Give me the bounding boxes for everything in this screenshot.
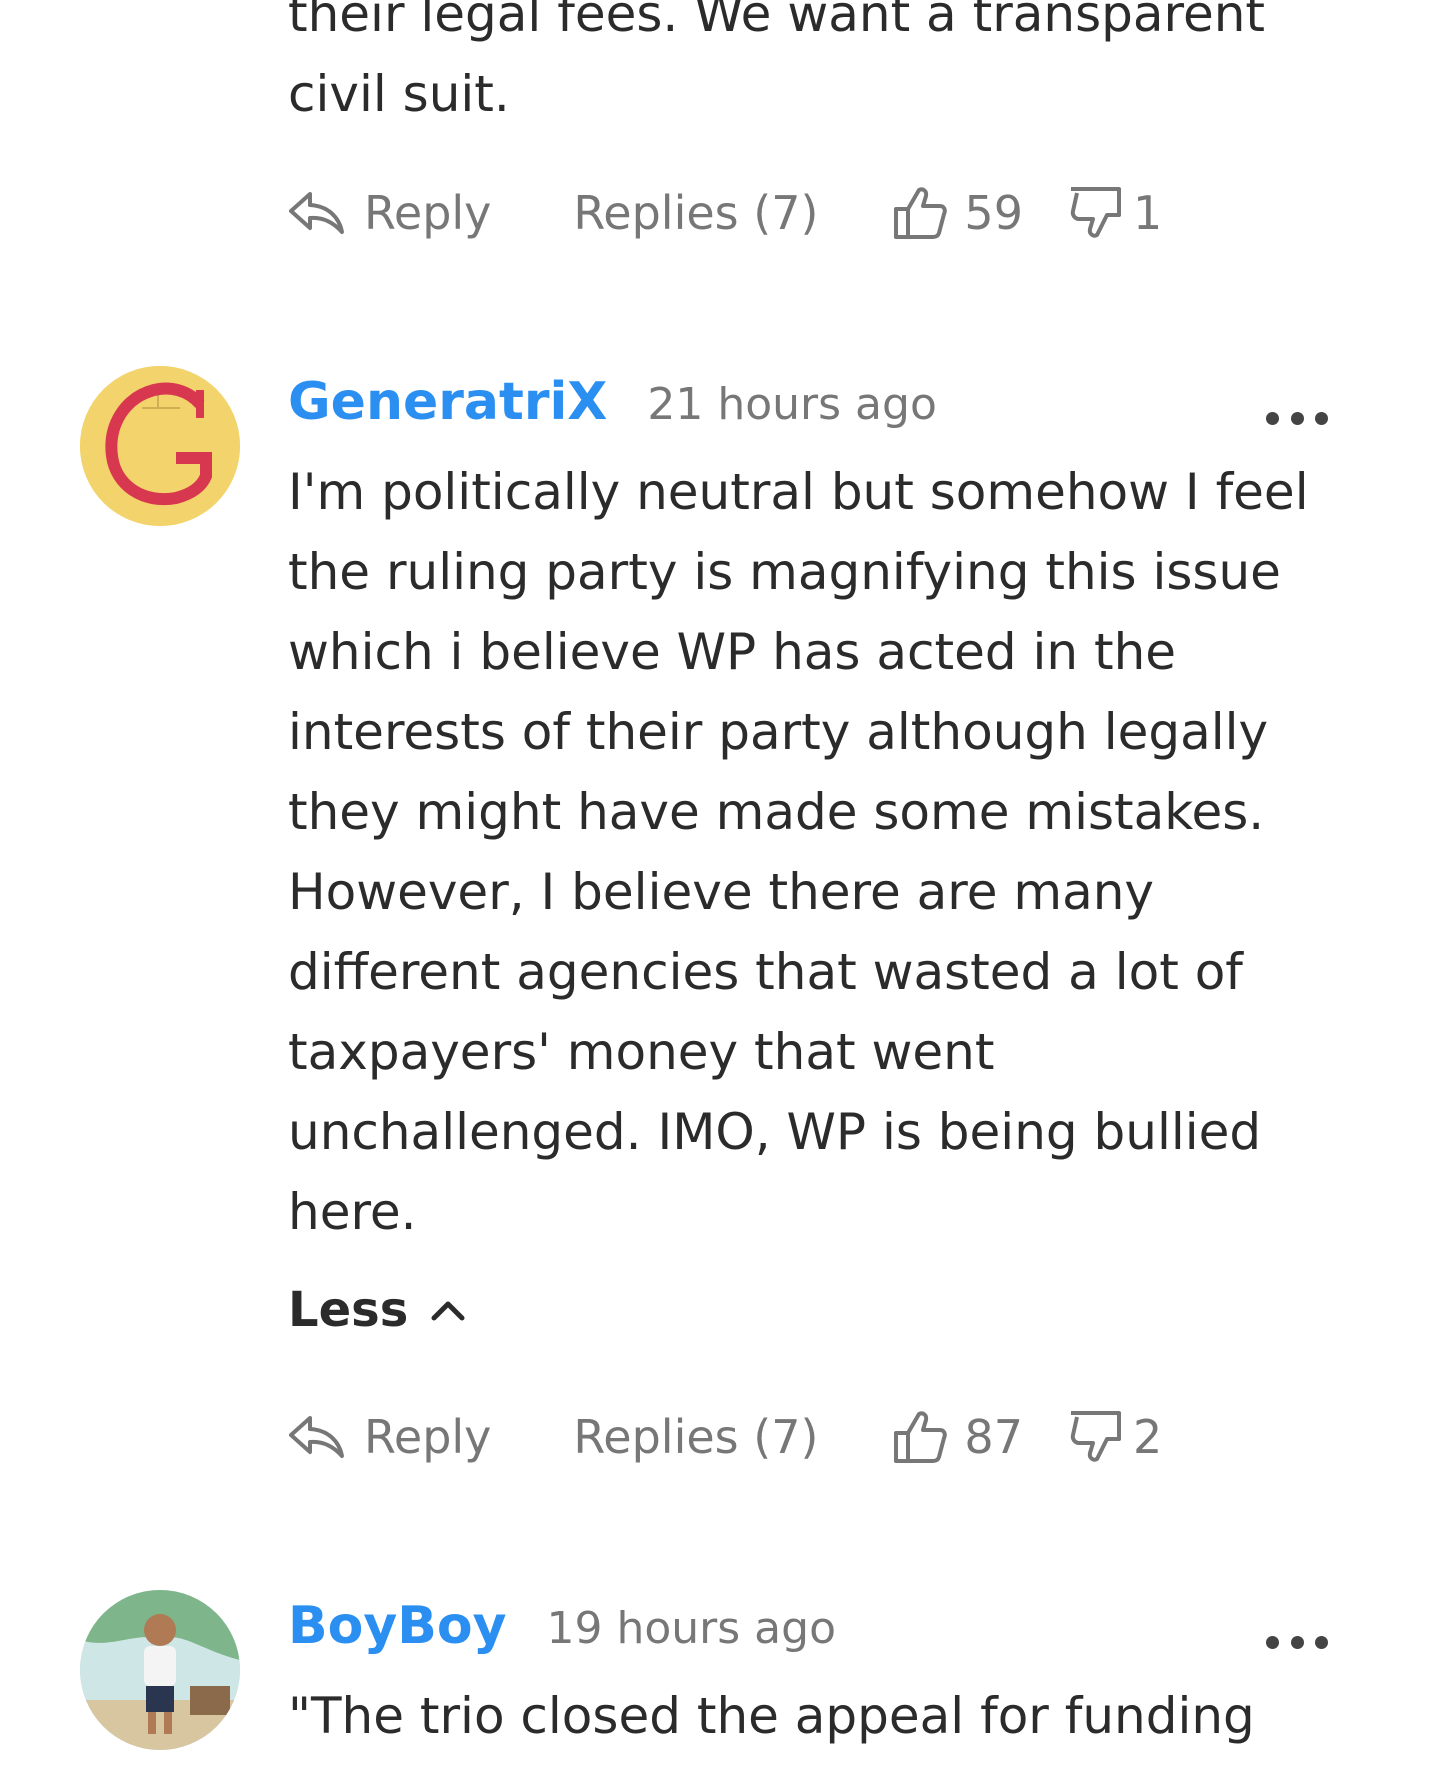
reply-label: Reply: [364, 186, 492, 240]
comment-body: "The trio closed the appeal for funding: [288, 1687, 1255, 1745]
replies-label: Replies (7): [573, 1410, 819, 1464]
chevron-up-icon: [431, 1301, 465, 1321]
more-dot: [1266, 411, 1279, 425]
reply-icon: [289, 192, 344, 234]
reply-button[interactable]: Reply: [288, 186, 491, 240]
avatar[interactable]: [80, 366, 240, 526]
thumbs-up-icon: [894, 187, 948, 239]
generatrix-avatar-image: [80, 366, 240, 526]
comment-body: I'm politically neutral but somehow I fe…: [288, 463, 1309, 1241]
avatar[interactable]: [80, 1590, 240, 1750]
previous-comment-text: their legal fees. We want a transparent …: [288, 0, 1266, 123]
previous-comment-actions: Reply Replies (7) 59 1: [288, 178, 1162, 248]
replies-button[interactable]: Replies (7): [573, 1410, 818, 1464]
like-count: 59: [964, 186, 1023, 240]
dislike-count: 1: [1132, 186, 1163, 240]
reply-icon: [289, 1416, 344, 1458]
thumbs-down-icon: [1070, 187, 1121, 238]
more-dot: [1266, 1635, 1279, 1649]
comment-timestamp: 21 hours ago: [647, 379, 937, 430]
replies-label: Replies (7): [573, 186, 819, 240]
more-dot: [1315, 411, 1328, 425]
dislike-button[interactable]: 1: [1067, 185, 1162, 241]
more-dot: [1290, 1635, 1304, 1649]
show-less-label: Less: [288, 1282, 409, 1338]
reply-button[interactable]: Reply: [288, 1410, 491, 1464]
dislike-button[interactable]: 2: [1067, 1409, 1162, 1465]
more-dot: [1315, 1635, 1328, 1649]
reply-label: Reply: [364, 1410, 492, 1464]
dislike-count: 2: [1132, 1410, 1163, 1464]
like-button[interactable]: 87: [892, 1409, 1023, 1465]
comment-header: BoyBoy 19 hours ago: [288, 1596, 836, 1656]
more-dot: [1290, 411, 1304, 425]
comment-header: GeneratriX 21 hours ago: [288, 372, 937, 432]
thumbs-up-icon: [894, 1411, 948, 1463]
boyboy-avatar-image: [80, 1590, 240, 1750]
comment-timestamp: 19 hours ago: [546, 1603, 836, 1654]
show-less-button[interactable]: Less: [288, 1278, 466, 1342]
like-button[interactable]: 59: [892, 185, 1023, 241]
thumbs-down-icon: [1070, 1411, 1121, 1462]
like-count: 87: [964, 1410, 1023, 1464]
comment-actions: Reply Replies (7) 87 2: [288, 1402, 1162, 1472]
more-options-icon[interactable]: [1266, 406, 1328, 430]
more-options-icon[interactable]: [1266, 1630, 1328, 1654]
replies-button[interactable]: Replies (7): [573, 186, 818, 240]
comment-author[interactable]: BoyBoy: [288, 1596, 507, 1656]
comment-author[interactable]: GeneratriX: [288, 372, 607, 432]
